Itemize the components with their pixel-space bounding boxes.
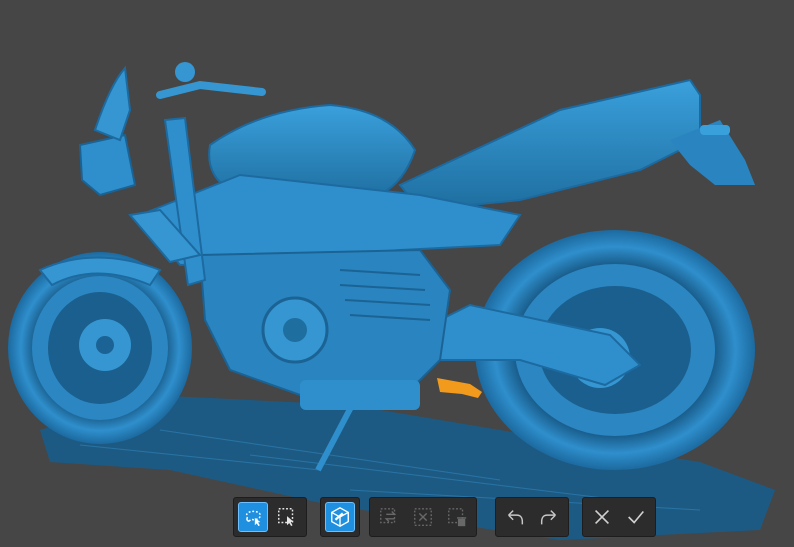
cancel-button[interactable] — [587, 502, 617, 532]
toolbar-group-select — [233, 497, 307, 537]
redo-icon — [540, 510, 556, 525]
delete-selection-button[interactable] — [442, 502, 472, 532]
confirm-toolbar — [582, 497, 656, 537]
history-toolbar — [495, 497, 569, 537]
flyscreen — [93, 65, 132, 142]
toolbar-group-view — [320, 497, 360, 537]
view-cube-button[interactable] — [325, 502, 355, 532]
headlight — [78, 133, 137, 197]
toolbar-group-edit — [369, 497, 477, 537]
rear-light — [700, 125, 730, 135]
toolbar-group-history — [495, 497, 569, 537]
highlighted-selection — [437, 378, 482, 398]
check-icon — [628, 510, 644, 524]
delete-selection-icon — [448, 508, 467, 527]
tail-section — [398, 78, 701, 212]
invert-selection-button[interactable] — [374, 502, 404, 532]
lasso-select-button[interactable] — [238, 502, 268, 532]
view-toolbar — [320, 497, 360, 537]
mirror — [175, 62, 195, 82]
selection-toolbar — [233, 497, 307, 537]
rect-select-button[interactable] — [272, 502, 302, 532]
toolbar-group-confirm — [582, 497, 656, 537]
rect-select-icon — [278, 508, 294, 527]
clear-selection-icon — [414, 508, 432, 526]
undo-icon — [508, 510, 524, 525]
close-icon — [594, 509, 610, 525]
invert-selection-icon — [380, 508, 397, 524]
front-wheel — [8, 252, 192, 444]
lasso-select-icon — [245, 510, 262, 527]
edit-toolbar — [369, 497, 477, 537]
undo-button[interactable] — [500, 502, 530, 532]
cube-icon — [331, 507, 349, 527]
redo-button[interactable] — [534, 502, 564, 532]
clear-selection-button[interactable] — [408, 502, 438, 532]
confirm-button[interactable] — [621, 502, 651, 532]
handlebar — [156, 80, 266, 99]
3d-viewport[interactable] — [0, 0, 794, 547]
